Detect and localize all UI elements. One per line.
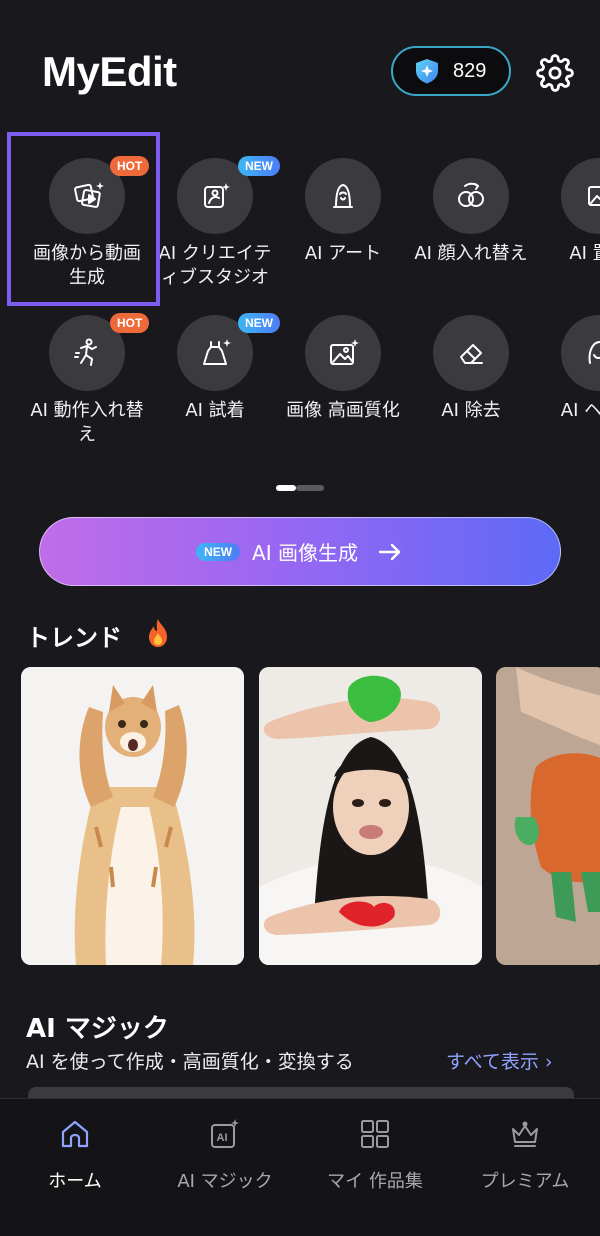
tool-grid: HOT 画像から動画生成 NEW AI クリエイティブスタジオ AI アート A…: [0, 130, 600, 470]
tab-label: マイ 作品集: [327, 1171, 423, 1192]
show-all-link[interactable]: すべて表示 ›: [446, 1047, 553, 1074]
tool-hair[interactable]: AI ヘアイ: [535, 315, 600, 423]
arrow-right-icon: [378, 543, 401, 560]
tool-eraser[interactable]: AI 除去: [407, 315, 535, 423]
creative-studio-icon: [204, 183, 230, 208]
trend-card-girl[interactable]: [259, 667, 482, 965]
tab-home[interactable]: ホーム: [0, 1099, 150, 1236]
page-indicator: [276, 485, 324, 491]
hot-badge: HOT: [110, 313, 150, 333]
tab-premium[interactable]: プレミアム: [450, 1099, 600, 1236]
page-dot: [296, 485, 324, 491]
face-swap-icon: [458, 182, 484, 207]
tool-face-swap[interactable]: AI 顔入れ替え: [407, 158, 535, 266]
tool-icon-circle: [433, 315, 509, 391]
trend-card-kitten[interactable]: [21, 667, 244, 965]
tool-ai-replace[interactable]: AI 置き: [535, 158, 600, 266]
tool-try-on[interactable]: NEW AI 試着: [151, 313, 280, 423]
hair-style-icon: [588, 341, 600, 364]
tool-ai-art[interactable]: AI アート: [279, 158, 407, 266]
new-badge: NEW: [238, 156, 280, 176]
app-header: MyEdit 829: [0, 0, 600, 130]
kitten-photo: [21, 667, 244, 965]
tab-my-works[interactable]: マイ 作品集: [300, 1099, 450, 1236]
tool-label: AI 動作入れ替え: [30, 400, 144, 445]
tab-label: プレミアム: [480, 1171, 570, 1192]
ai-art-portrait-icon: [333, 184, 353, 208]
tab-label: AI マジック: [177, 1171, 273, 1192]
app-title: MyEdit: [42, 48, 177, 95]
image-replace-icon: [588, 186, 600, 206]
tool-label: 画像 高画質化: [286, 400, 400, 421]
tool-motion-swap[interactable]: HOT AI 動作入れ替え: [23, 313, 151, 447]
credit-count: 829: [453, 59, 487, 82]
cta-label: AI 画像生成: [252, 541, 358, 565]
grid-icon: [361, 1120, 389, 1148]
svg-text:AI: AI: [217, 1132, 228, 1144]
gear-icon[interactable]: [536, 54, 574, 92]
tab-ai-magic[interactable]: AI AI マジック: [150, 1099, 300, 1236]
trend-card-figure[interactable]: [496, 667, 600, 965]
tool-label: AI ヘアイ: [560, 400, 600, 421]
tool-icon-circle: [305, 315, 381, 391]
home-icon: [61, 1120, 89, 1148]
eraser-icon: [460, 344, 483, 364]
fire-icon: [149, 619, 167, 647]
new-badge: NEW: [238, 313, 280, 333]
tool-label: AI 顔入れ替え: [414, 243, 528, 264]
girl-hands-photo: [259, 667, 482, 965]
selected-tool-highlight: [7, 132, 160, 306]
tool-icon-circle: [561, 158, 600, 234]
ai-magic-title: AI マジック: [26, 1014, 169, 1044]
bottom-tab-bar: ホーム AI AI マジック マイ 作品集 プレミアム: [0, 1098, 600, 1236]
tool-enhance[interactable]: 画像 高画質化: [279, 315, 407, 423]
tab-label: ホーム: [48, 1171, 102, 1192]
tool-icon-circle: [305, 158, 381, 234]
tool-label: AI 試着: [185, 400, 245, 421]
tool-creative-studio[interactable]: NEW AI クリエイティブスタジオ: [151, 156, 280, 290]
page-dot-active: [276, 485, 296, 491]
new-badge: NEW: [196, 542, 241, 561]
credits-button[interactable]: 829: [391, 46, 511, 96]
tool-label: AI クリエイティブスタジオ: [158, 243, 272, 288]
ai-magic-icon: AI: [211, 1119, 239, 1148]
motion-swap-icon: [74, 338, 97, 366]
trend-title: トレンド: [26, 624, 122, 652]
tool-label: AI アート: [304, 243, 382, 264]
ai-magic-subtitle: AI を使って作成・高画質化・変換する: [26, 1051, 354, 1073]
tool-icon-circle: [433, 158, 509, 234]
sparkle-shield-icon: [416, 59, 438, 84]
crown-icon: [512, 1121, 538, 1147]
tool-icon-circle: [561, 315, 600, 391]
orange-figure-photo: [496, 667, 600, 965]
tool-label: AI 除去: [441, 400, 501, 421]
tool-label: AI 置き: [569, 243, 600, 264]
dress-try-on-icon: [203, 339, 231, 365]
image-enhance-icon: [330, 339, 359, 365]
ai-image-generate-button[interactable]: NEW AI 画像生成: [39, 517, 561, 586]
